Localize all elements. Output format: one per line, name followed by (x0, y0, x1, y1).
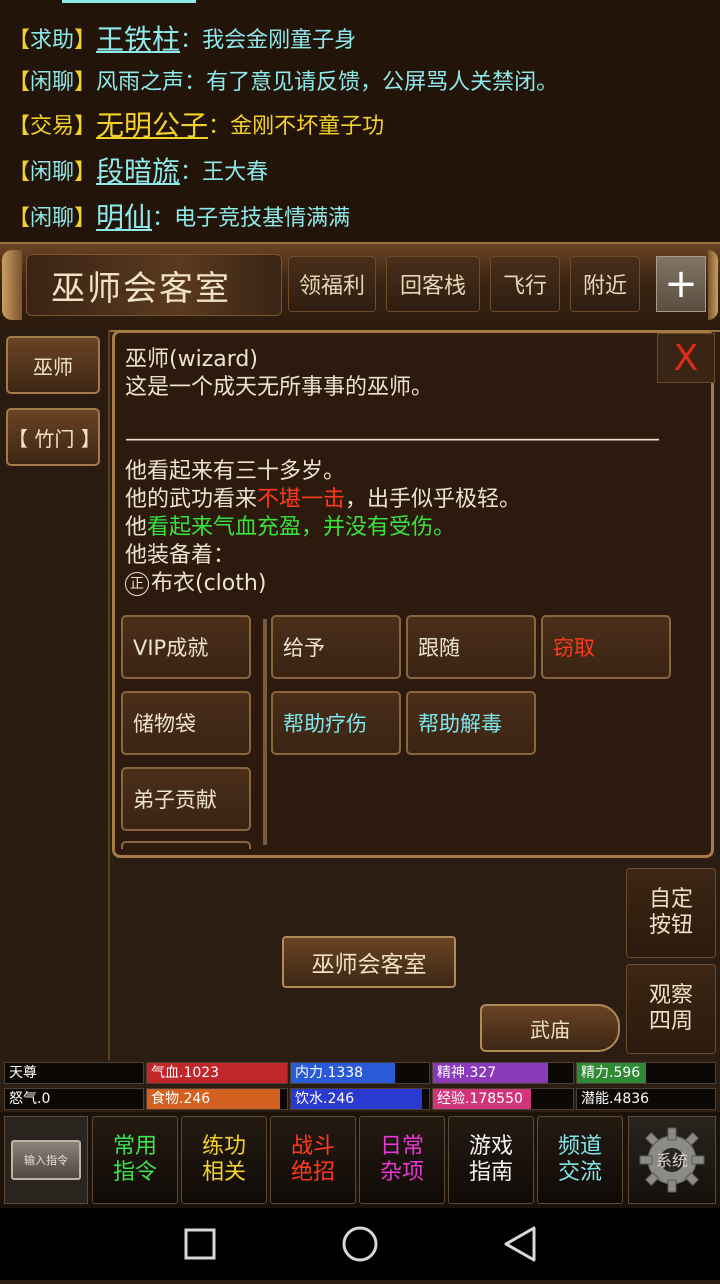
stat-label: 精力.596 (581, 1065, 641, 1081)
equip-label: 他装备着： (125, 543, 236, 568)
stat-bar: 怒气.0 (4, 1088, 144, 1110)
menu-training[interactable]: 练功 相关 (181, 1116, 267, 1204)
chat-line[interactable]: 【 闲聊 】风雨之声：有了意见请反馈，公屏骂人关禁闭。 (8, 58, 558, 102)
storage-bag-button[interactable]: 储物袋 (121, 691, 251, 755)
stat-label: 潜能.4836 (581, 1091, 650, 1107)
stat-label: 饮水.246 (295, 1091, 355, 1107)
disciple-contribution-button[interactable]: 弟子贡献 (121, 767, 251, 831)
chat-username[interactable]: 明仙 (96, 196, 152, 236)
npc-age: 他看起来有三十多岁。 (125, 459, 346, 484)
equip-item-line: 正布衣(cloth) (125, 570, 266, 598)
npc-skill-line: 他的武功看来不堪一击，出手似乎极轻。 (125, 487, 522, 512)
chat-channel: 求助 (30, 28, 75, 53)
menu-common-commands[interactable]: 常用 指令 (92, 1116, 178, 1204)
nearby-button[interactable]: 附近 (570, 256, 640, 312)
recent-apps-icon[interactable] (184, 1228, 216, 1260)
menu-daily-misc[interactable]: 日常 杂项 (359, 1116, 445, 1204)
home-icon[interactable] (342, 1226, 378, 1262)
follow-button[interactable]: 跟随 (406, 615, 536, 679)
stat-label: 食物.246 (151, 1091, 211, 1107)
equip-item: 布衣(cloth) (151, 571, 267, 596)
stat-label: 天尊 (9, 1065, 37, 1081)
chat-channel: 闲聊 (30, 70, 75, 95)
partial-button (121, 841, 251, 849)
stat-bar: 食物.246 (146, 1088, 288, 1110)
npc-health-line: 他看起来气血充盈，并没有受伤。 (125, 515, 456, 540)
stat-bar: 饮水.246 (290, 1088, 430, 1110)
chat-message: 王大春 (202, 160, 269, 185)
stat-bar: 精力.596 (576, 1062, 716, 1084)
stat-label: 经验.178550 (437, 1091, 523, 1107)
temple-exit-button[interactable]: 武庙 (480, 1004, 620, 1052)
location-bar: 巫师会客室 领福利 回客栈 飞行 附近 + (0, 242, 720, 332)
room-title: 巫师会客室 (26, 254, 282, 316)
chat-channel: 闲聊 (30, 160, 75, 185)
gear-icon: 系统 (639, 1127, 705, 1193)
npc-info-panel: X 巫师(wizard) 这是一个成天无所事事的巫师。 ————————————… (112, 330, 715, 858)
npc-list: 巫师 【 竹门 】 (0, 330, 110, 1060)
chat-message: 金刚不坏童子功 (230, 114, 385, 139)
menu-combat-skills[interactable]: 战斗 绝招 (270, 1116, 356, 1204)
chat-line[interactable]: 【 交易 】无明公子：金刚不坏童子功 (8, 102, 384, 146)
steal-button[interactable]: 窃取 (541, 615, 671, 679)
stat-bar: 潜能.4836 (576, 1088, 716, 1110)
chat-message: 电子竞技基情满满 (174, 206, 351, 231)
custom-button[interactable]: 自定 按钮 (626, 868, 716, 958)
chat-line[interactable]: 【 求助 】王铁柱：我会金刚童子身 (8, 16, 356, 60)
stat-label: 精神.327 (437, 1065, 497, 1081)
close-button[interactable]: X (657, 333, 715, 383)
stat-bar: 气血.1023 (146, 1062, 288, 1084)
npc-name: 巫师(wizard) (125, 347, 258, 372)
scrollbar[interactable] (263, 619, 267, 845)
room-name-button[interactable]: 巫师会客室 (282, 936, 456, 988)
fly-button[interactable]: 飞行 (490, 256, 560, 312)
chat-partial-underline (62, 0, 196, 3)
look-around-button[interactable]: 观察 四周 (626, 964, 716, 1054)
stat-label: 内力.1338 (295, 1065, 364, 1081)
welfare-button[interactable]: 领福利 (288, 256, 376, 312)
health-status: 看起来气血充盈，并没有受伤。 (147, 515, 456, 540)
chat-username[interactable]: 无明公子 (96, 104, 208, 144)
vip-achievement-button[interactable]: VIP成就 (121, 615, 251, 679)
chat-line[interactable]: 【 闲聊 】明仙：电子竞技基情满满 (8, 194, 350, 238)
chat-channel: 闲聊 (30, 206, 75, 231)
chat-username[interactable]: 王铁柱 (96, 18, 180, 58)
system-button[interactable]: 系统 (628, 1116, 716, 1204)
stat-bar: 天尊 (4, 1062, 144, 1084)
give-button[interactable]: 给予 (271, 615, 401, 679)
android-navbar (0, 1208, 720, 1280)
menu-channel-chat[interactable]: 频道 交流 (537, 1116, 623, 1204)
input-command-button[interactable]: 输入指令 (4, 1116, 88, 1204)
chat-username[interactable]: 风雨之声 (96, 64, 184, 96)
scroll-ornament-right (708, 250, 718, 320)
stat-label: 怒气.0 (9, 1091, 51, 1107)
exit-bamboo-gate-button[interactable]: 【 竹门 】 (6, 408, 101, 466)
back-icon[interactable] (504, 1226, 536, 1262)
chat-message: 有了意见请反馈，公屏骂人关禁闭。 (206, 70, 559, 95)
help-detox-button[interactable]: 帮助解毒 (406, 691, 536, 755)
plus-button[interactable]: + (656, 256, 706, 312)
help-heal-button[interactable]: 帮助疗伤 (271, 691, 401, 755)
chat-line[interactable]: 【 闲聊 】段暗旒：王大春 (8, 148, 268, 192)
skill-rating: 不堪一击 (257, 487, 346, 512)
stat-bar: 精神.327 (432, 1062, 574, 1084)
npc-description: 这是一个成天无所事事的巫师。 (125, 375, 434, 400)
system-label: 系统 (656, 1151, 688, 1170)
separator-line: ———————————————————————————— (125, 427, 660, 452)
npc-wizard-button[interactable]: 巫师 (6, 336, 100, 394)
chat-username[interactable]: 段暗旒 (96, 150, 180, 190)
chat-channel: 交易 (30, 114, 75, 139)
scroll-ornament-left (2, 250, 22, 320)
bottom-menu: 输入指令 常用 指令 练功 相关 战斗 绝招 日常 杂项 游戏 指南 频道 交流… (0, 1112, 720, 1208)
chat-log: 【 求助 】王铁柱：我会金刚童子身 【 闲聊 】风雨之声：有了意见请反馈，公屏骂… (0, 0, 720, 242)
menu-game-guide[interactable]: 游戏 指南 (448, 1116, 534, 1204)
stat-bar: 经验.178550 (432, 1088, 574, 1110)
stat-label: 气血.1023 (151, 1065, 220, 1081)
input-command-label: 输入指令 (11, 1140, 81, 1180)
stat-bar: 内力.1338 (290, 1062, 430, 1084)
chat-message: 我会金刚童子身 (202, 28, 357, 53)
return-inn-button[interactable]: 回客栈 (386, 256, 480, 312)
equipped-mark-icon: 正 (125, 572, 149, 596)
